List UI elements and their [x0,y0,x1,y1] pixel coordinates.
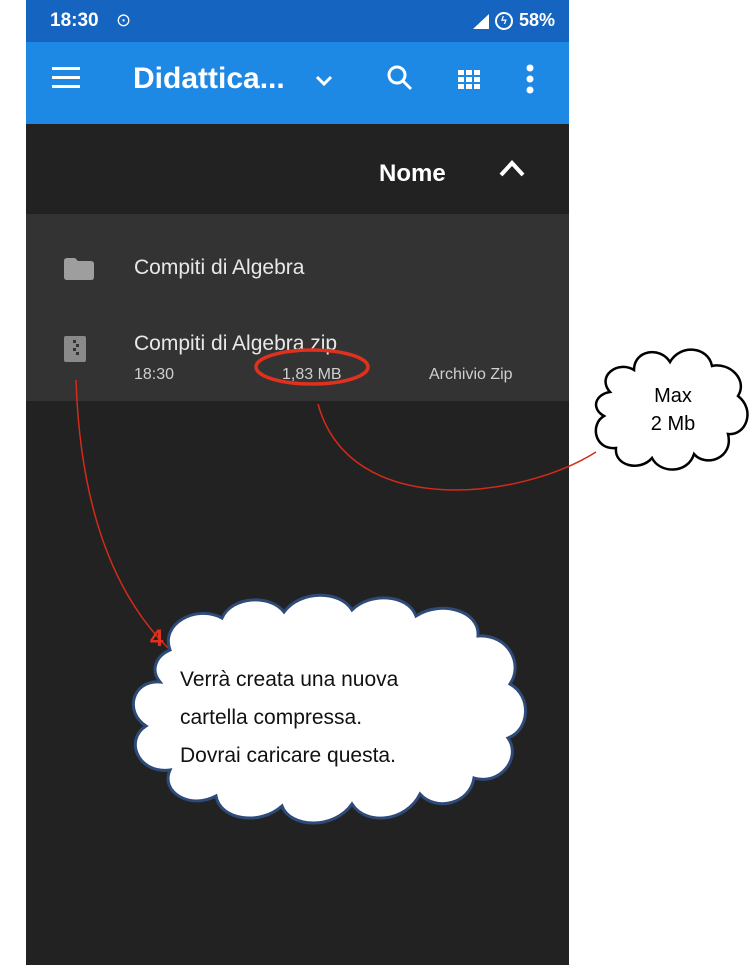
file-list: Compiti di Algebra Compiti di Algebra zi… [26,214,569,401]
phone-screen: 18:30 ⊙ ϟ 58% Didattica... Nome Compiti … [26,0,569,965]
battery-saver-icon: ϟ [494,11,513,30]
more-options-icon[interactable] [526,64,534,94]
size-note-line-1: Max [654,385,692,407]
menu-icon[interactable] [52,67,80,97]
step-note-line-1: Verrà creata una nuova [180,668,399,691]
status-right: ϟ 58% [472,10,555,31]
sort-label[interactable]: Nome [379,160,446,188]
file-time: 18:30 [134,366,175,383]
status-time: 18:30 [50,10,99,31]
file-name: Compiti di Algebra zip [134,332,338,355]
zip-file-icon [64,336,86,362]
chevron-up-icon[interactable] [498,158,526,178]
signal-icon [472,14,489,29]
file-kind: Archivio Zip [429,366,513,383]
list-item[interactable]: Compiti di Algebra zip 18:30 1,83 MB Arc… [26,322,569,401]
file-size: 1,83 MB [282,366,342,383]
search-icon[interactable] [386,64,414,92]
size-note-line-2: 2 Mb [650,413,696,435]
step-note-line-3: Dovrai caricare questa. [180,744,396,767]
status-bar: 18:30 ⊙ ϟ 58% [26,0,569,42]
grid-view-icon[interactable] [458,70,480,90]
list-item[interactable]: Compiti di Algebra [26,214,569,322]
folder-icon [64,258,94,280]
location-icon: ⊙ [116,10,132,30]
battery-percent: 58% [518,10,555,30]
sort-header: Nome [26,124,569,214]
file-name: Compiti di Algebra [134,256,305,279]
step-note-line-2: cartella compressa. [180,706,363,729]
app-bar: Didattica... [26,42,569,124]
chevron-down-icon[interactable] [315,74,333,88]
folder-title[interactable]: Didattica... [133,62,285,96]
step-number: 4 [150,625,164,652]
size-note-cloud [594,348,749,471]
